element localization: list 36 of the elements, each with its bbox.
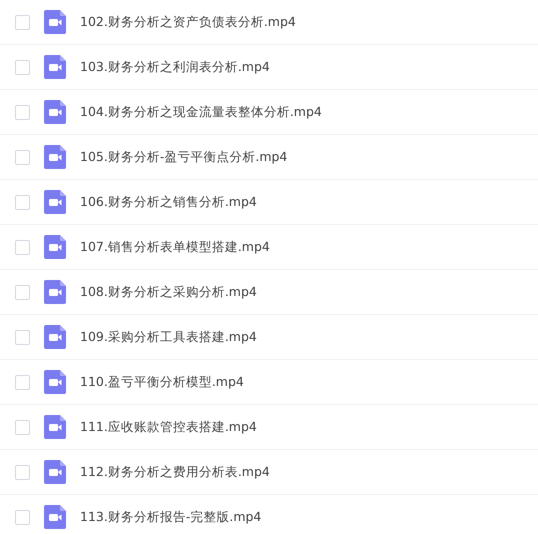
video-file-icon (44, 100, 66, 124)
checkbox[interactable] (15, 330, 30, 344)
video-file-icon (44, 415, 66, 439)
file-name[interactable]: 102.财务分析之资产负债表分析.mp4 (80, 12, 296, 32)
video-file-icon (44, 190, 66, 214)
video-file-icon (44, 280, 66, 304)
file-name[interactable]: 106.财务分析之销售分析.mp4 (80, 192, 257, 212)
file-name[interactable]: 107.销售分析表单模型搭建.mp4 (80, 238, 270, 256)
checkbox[interactable] (15, 420, 30, 434)
checkbox[interactable] (15, 464, 30, 480)
video-file-icon (44, 325, 66, 349)
checkbox[interactable] (15, 150, 30, 164)
video-file-icon (44, 145, 66, 169)
file-name[interactable]: 111.应收账款管控表搭建.mp4 (80, 418, 257, 436)
checkbox[interactable] (15, 60, 30, 74)
checkbox[interactable] (15, 194, 30, 210)
video-file-icon (44, 460, 66, 484)
video-file-icon (44, 370, 66, 394)
file-name[interactable]: 108.财务分析之采购分析.mp4 (80, 282, 257, 302)
video-file-icon (44, 10, 66, 34)
checkbox[interactable] (15, 14, 30, 30)
file-name[interactable]: 110.盈亏平衡分析模型.mp4 (80, 372, 244, 392)
file-name[interactable]: 112.财务分析之费用分析表.mp4 (80, 462, 270, 482)
checkbox[interactable] (15, 104, 30, 120)
file-name[interactable]: 105.财务分析-盈亏平衡点分析.mp4 (80, 148, 288, 166)
video-file-icon (44, 505, 66, 529)
file-name[interactable]: 104.财务分析之现金流量表整体分析.mp4 (80, 102, 322, 122)
checkbox[interactable] (15, 510, 30, 524)
checkbox[interactable] (15, 284, 30, 300)
video-file-icon (44, 55, 66, 79)
file-name[interactable]: 103.财务分析之利润表分析.mp4 (80, 58, 270, 76)
checkbox[interactable] (15, 240, 30, 254)
video-file-icon (44, 235, 66, 259)
checkbox[interactable] (15, 374, 30, 390)
file-name[interactable]: 113.财务分析报告-完整版.mp4 (80, 508, 262, 526)
file-name[interactable]: 109.采购分析工具表搭建.mp4 (80, 328, 257, 346)
